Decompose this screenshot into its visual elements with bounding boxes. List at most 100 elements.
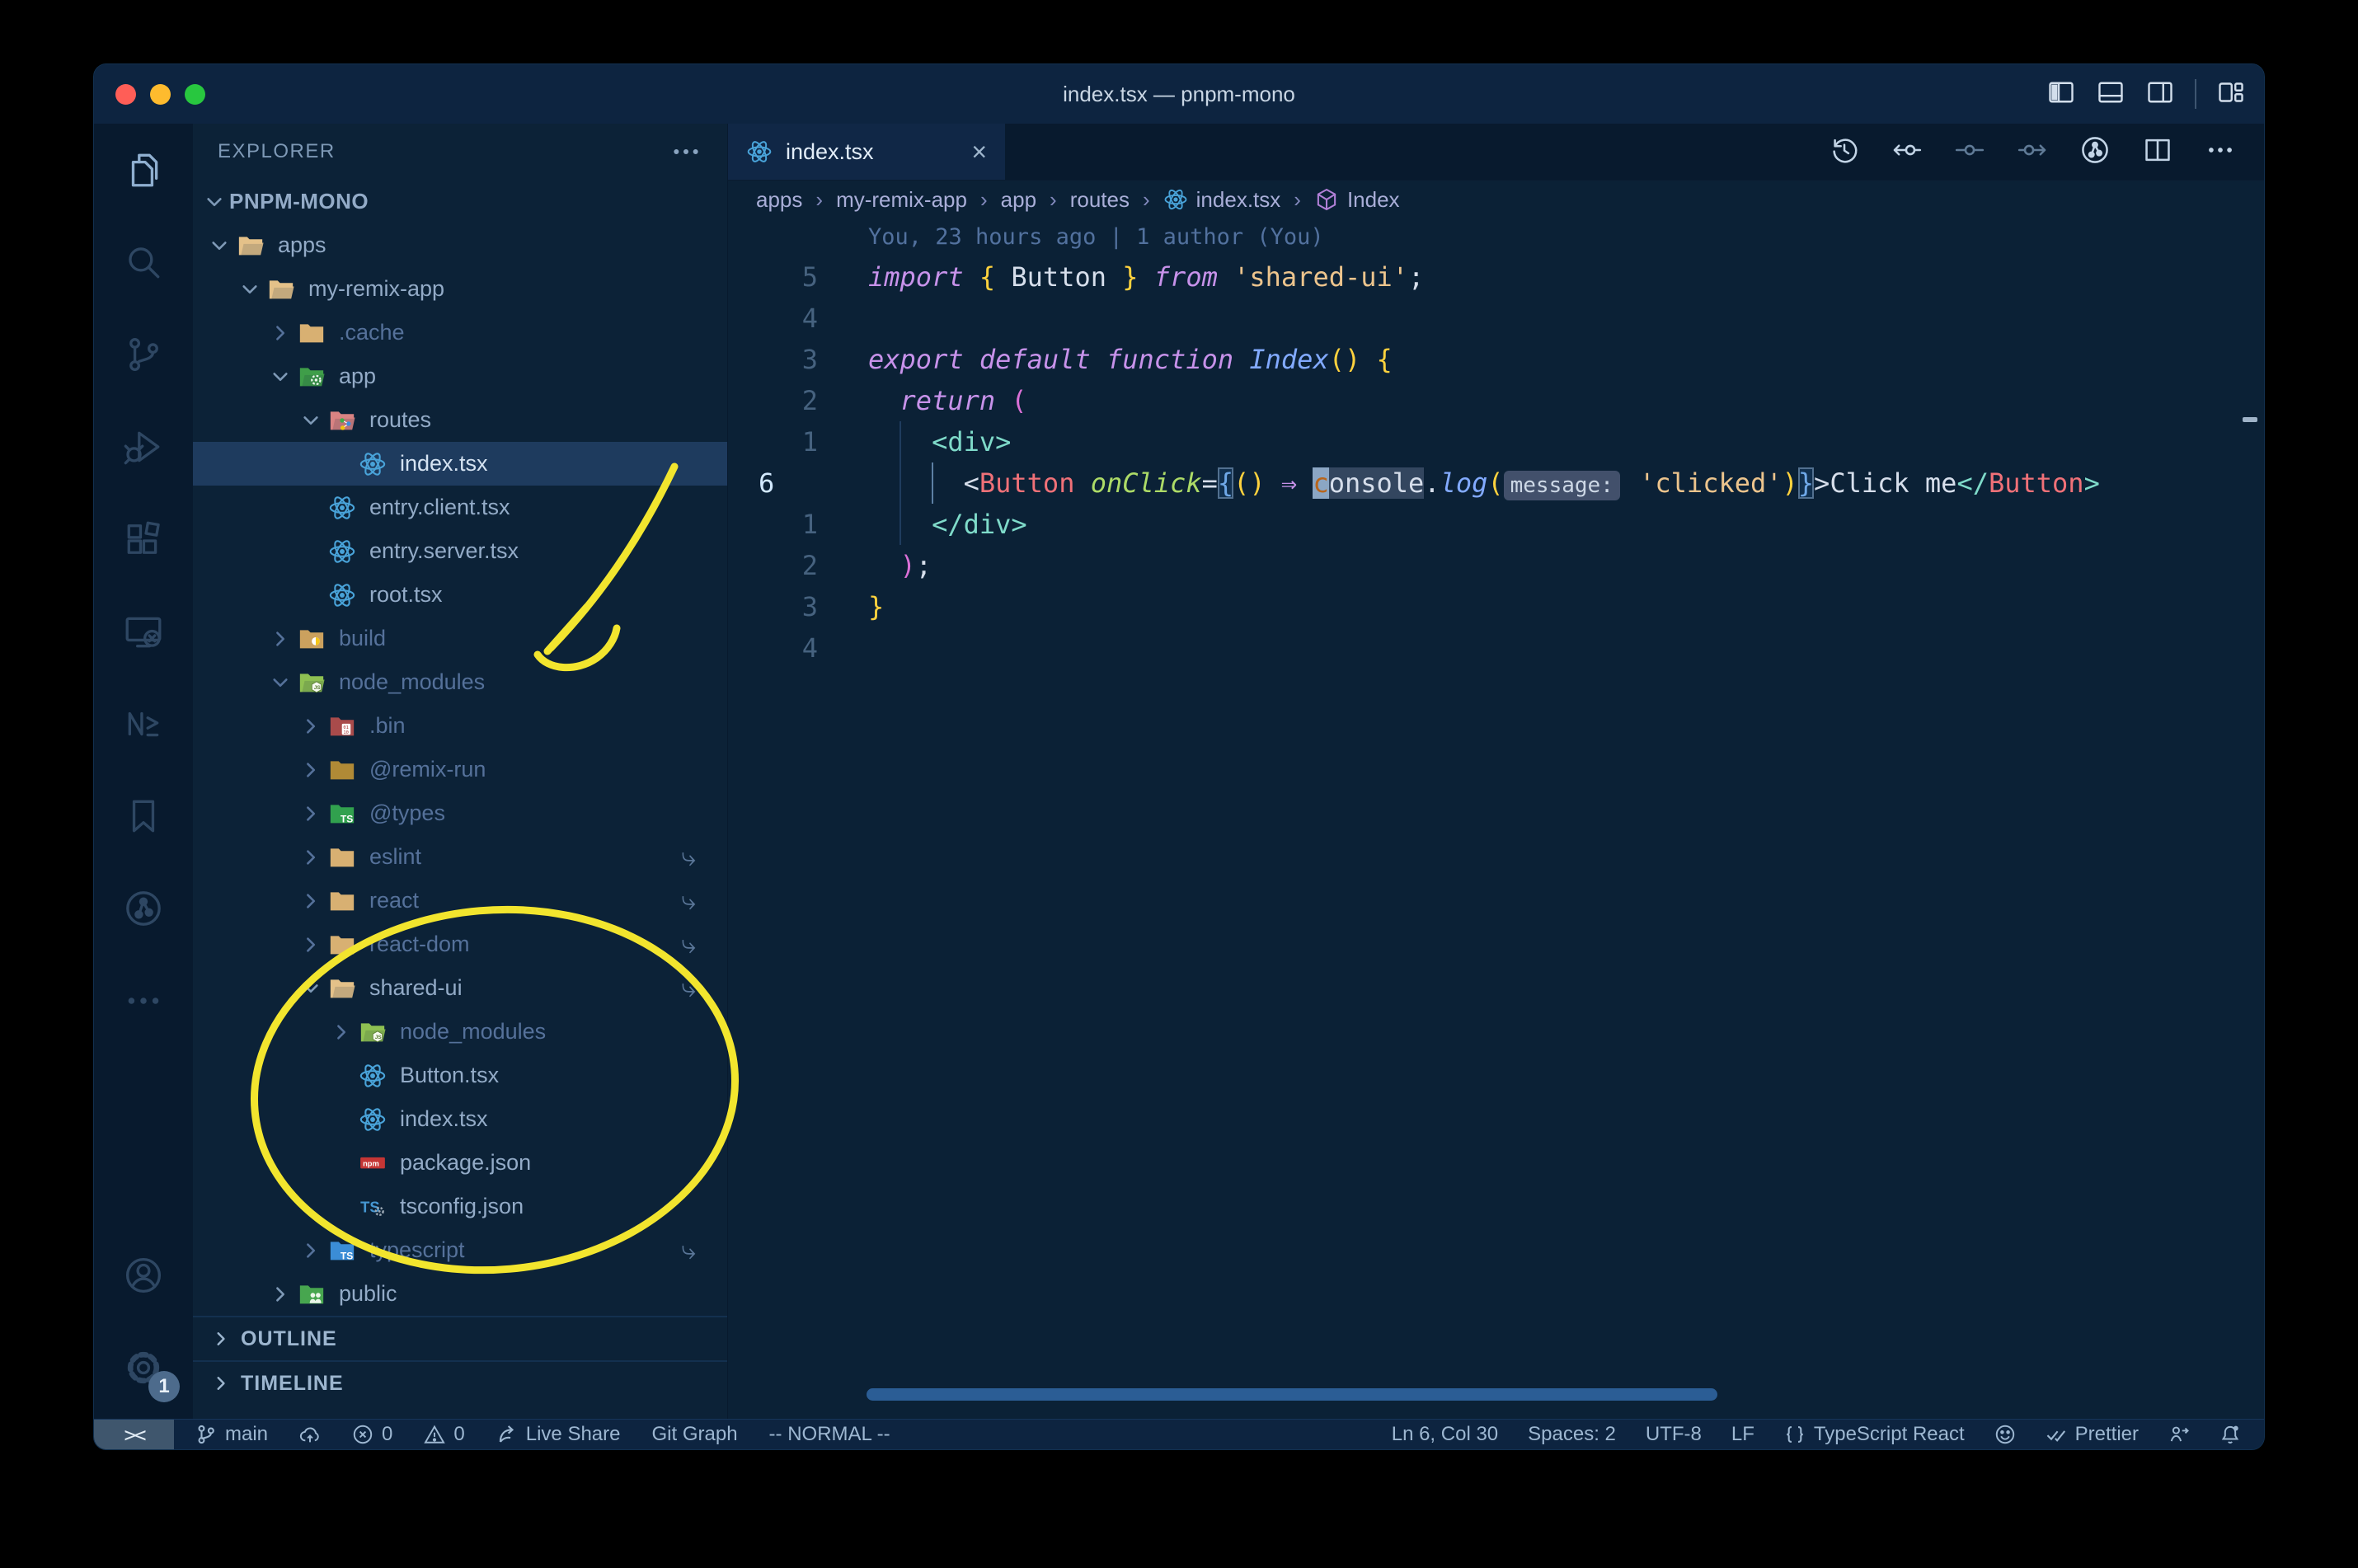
breadcrumb-item-routes[interactable]: routes (1070, 187, 1130, 213)
code-line: 3} (728, 586, 2264, 627)
commit-icon-button[interactable] (1954, 134, 1985, 170)
folder-tan-icon (328, 931, 356, 959)
chevron-down-icon (209, 235, 230, 256)
status-item-prettier[interactable]: Prettier (2046, 1423, 2139, 1446)
tree-item-Button.tsx[interactable]: Button.tsx (193, 1054, 727, 1097)
tree-item-react[interactable]: react ⤷ (193, 879, 727, 922)
split-editor-icon-button[interactable] (2142, 134, 2173, 170)
activity-source-control-icon[interactable] (94, 308, 193, 401)
activity-run-debug-icon[interactable] (94, 401, 193, 493)
activity-explorer-icon[interactable] (94, 124, 193, 216)
tree-item-.cache[interactable]: .cache (193, 311, 727, 354)
tree-item-shared-ui[interactable]: shared-ui ⤷ (193, 966, 727, 1010)
status-item-normal[interactable]: -- NORMAL -- (769, 1423, 890, 1446)
status-item-bell-icon[interactable] (2219, 1424, 2241, 1445)
tree-item-index.tsx[interactable]: index.tsx (193, 442, 727, 486)
next-change-icon-button[interactable] (2017, 134, 2048, 170)
status-item-typescript-react[interactable]: TypeScript React (1784, 1423, 1965, 1446)
tree-item-app[interactable]: app (193, 354, 727, 398)
breadcrumb-item-index.tsx[interactable]: index.tsx (1163, 187, 1280, 213)
status-item-git-graph[interactable]: Git Graph (652, 1423, 738, 1446)
remote-indicator[interactable]: >< (94, 1420, 174, 1449)
tab-close-icon[interactable]: × (971, 138, 987, 165)
activity-search-icon[interactable] (94, 216, 193, 308)
tree-item-label: apps (278, 232, 326, 257)
tree-item-label: index.tsx (400, 1106, 488, 1131)
layout-panel-icon-button[interactable] (2096, 77, 2125, 111)
tree-item-build[interactable]: build (193, 617, 727, 660)
status-item-ln-6-col-30[interactable]: Ln 6, Col 30 (1392, 1423, 1498, 1446)
activity-remote-explorer-icon[interactable] (94, 585, 193, 678)
react-icon (328, 538, 356, 566)
chevron-down-icon (300, 410, 322, 431)
git-blame-lens[interactable]: You, 23 hours ago | 1 author (You) (728, 218, 2264, 256)
chevron-right-icon (331, 1021, 352, 1043)
status-item-0[interactable]: 0 (352, 1423, 392, 1446)
status-item-main[interactable]: main (195, 1423, 268, 1446)
status-item-spaces-2[interactable]: Spaces: 2 (1528, 1423, 1616, 1446)
breadcrumb-item-app[interactable]: app (1001, 187, 1036, 213)
layout-sidebar-right-icon-button[interactable] (2145, 77, 2175, 111)
tree-item-@remix-run[interactable]: @remix-run (193, 748, 727, 791)
breadcrumb-item-Index[interactable]: Index (1314, 187, 1400, 213)
tree-item-index.tsx[interactable]: index.tsx (193, 1097, 727, 1141)
tree-item-@types[interactable]: TS @types (193, 791, 727, 835)
tree-item-package.json[interactable]: npm package.json (193, 1141, 727, 1185)
tree-item-apps[interactable]: apps (193, 223, 727, 267)
tree-item-typescript[interactable]: TS typescript ⤷ (193, 1228, 727, 1272)
layout-sidebar-icon-button[interactable] (2046, 77, 2076, 111)
tab-index-tsx[interactable]: index.tsx × (728, 124, 1005, 180)
minimize-window-button[interactable] (150, 83, 171, 105)
git-graph-icon-button[interactable] (2079, 134, 2111, 170)
zoom-window-button[interactable] (185, 83, 205, 105)
activity-account-icon[interactable] (94, 1229, 193, 1322)
more-icon-button[interactable] (2205, 134, 2236, 170)
tree-item-eslint[interactable]: eslint ⤷ (193, 835, 727, 879)
tree-item-my-remix-app[interactable]: my-remix-app (193, 267, 727, 311)
status-item-live-share-contact-icon[interactable] (2168, 1424, 2190, 1445)
activity-bookmarks-icon[interactable] (94, 770, 193, 862)
activity-nx-console-icon[interactable] (94, 678, 193, 770)
tree-item-entry.server.tsx[interactable]: entry.server.tsx (193, 529, 727, 573)
close-window-button[interactable] (115, 83, 136, 105)
activity-settings-gear-icon[interactable]: 1 (94, 1322, 193, 1414)
status-item-0[interactable]: 0 (424, 1423, 465, 1446)
sidebar-section-timeline[interactable]: TIMELINE (193, 1360, 727, 1405)
tree-item-react-dom[interactable]: react-dom ⤷ (193, 922, 727, 966)
status-item-live-share[interactable]: Live Share (496, 1423, 621, 1446)
status-right: Ln 6, Col 30 Spaces: 2 UTF-8 LF TypeScript R… (1392, 1423, 2264, 1446)
breadcrumb-item-apps[interactable]: apps (756, 187, 802, 213)
activity-extensions-icon[interactable] (94, 493, 193, 585)
window-title: index.tsx — pnpm-mono (1063, 81, 1295, 106)
activity-git-graph-icon[interactable] (94, 862, 193, 955)
tree-item-node_modules[interactable]: JS node_modules (193, 660, 727, 704)
tree-item-routes[interactable]: routes (193, 398, 727, 442)
react-icon (746, 138, 773, 165)
history-icon-button[interactable] (1829, 134, 1860, 170)
activity-more-icon[interactable] (94, 955, 193, 1047)
tree-item-public[interactable]: public (193, 1272, 727, 1316)
layout-customize-icon-button[interactable] (2216, 77, 2246, 111)
tree-item-entry.client.tsx[interactable]: entry.client.tsx (193, 486, 727, 529)
code-editor[interactable]: You, 23 hours ago | 1 author (You) 5 impor… (728, 218, 2264, 1419)
horizontal-scrollbar-thumb[interactable] (867, 1388, 1717, 1401)
tree-item-label: package.json (400, 1150, 532, 1175)
status-item-feedback-smiley-icon[interactable] (1994, 1424, 2016, 1445)
prev-change-icon-button[interactable] (1891, 134, 1923, 170)
explorer-more-actions-icon[interactable] (669, 135, 702, 168)
tree-item-tsconfig.json[interactable]: TS tsconfig.json (193, 1185, 727, 1228)
status-item-utf-8[interactable]: UTF-8 (1646, 1423, 1702, 1446)
status-item-cloud-upload-icon[interactable] (299, 1424, 321, 1445)
status-item-lf[interactable]: LF (1731, 1423, 1754, 1446)
sidebar-section-outline[interactable]: OUTLINE (193, 1316, 727, 1360)
search-icon (123, 242, 164, 283)
tree-item-.bin[interactable]: 01 10 .bin (193, 704, 727, 748)
tree-item-root.tsx[interactable]: root.tsx (193, 573, 727, 617)
react-icon (328, 581, 356, 609)
folder-gold-icon (328, 756, 356, 784)
breadcrumb-item-my-remix-app[interactable]: my-remix-app (836, 187, 967, 213)
symbol-module-icon (1314, 187, 1339, 212)
tree-item-project-root[interactable]: PNPM-MONO (193, 180, 727, 223)
tree-item-label: routes (369, 407, 432, 432)
tree-item-node_modules[interactable]: JS node_modules (193, 1010, 727, 1054)
